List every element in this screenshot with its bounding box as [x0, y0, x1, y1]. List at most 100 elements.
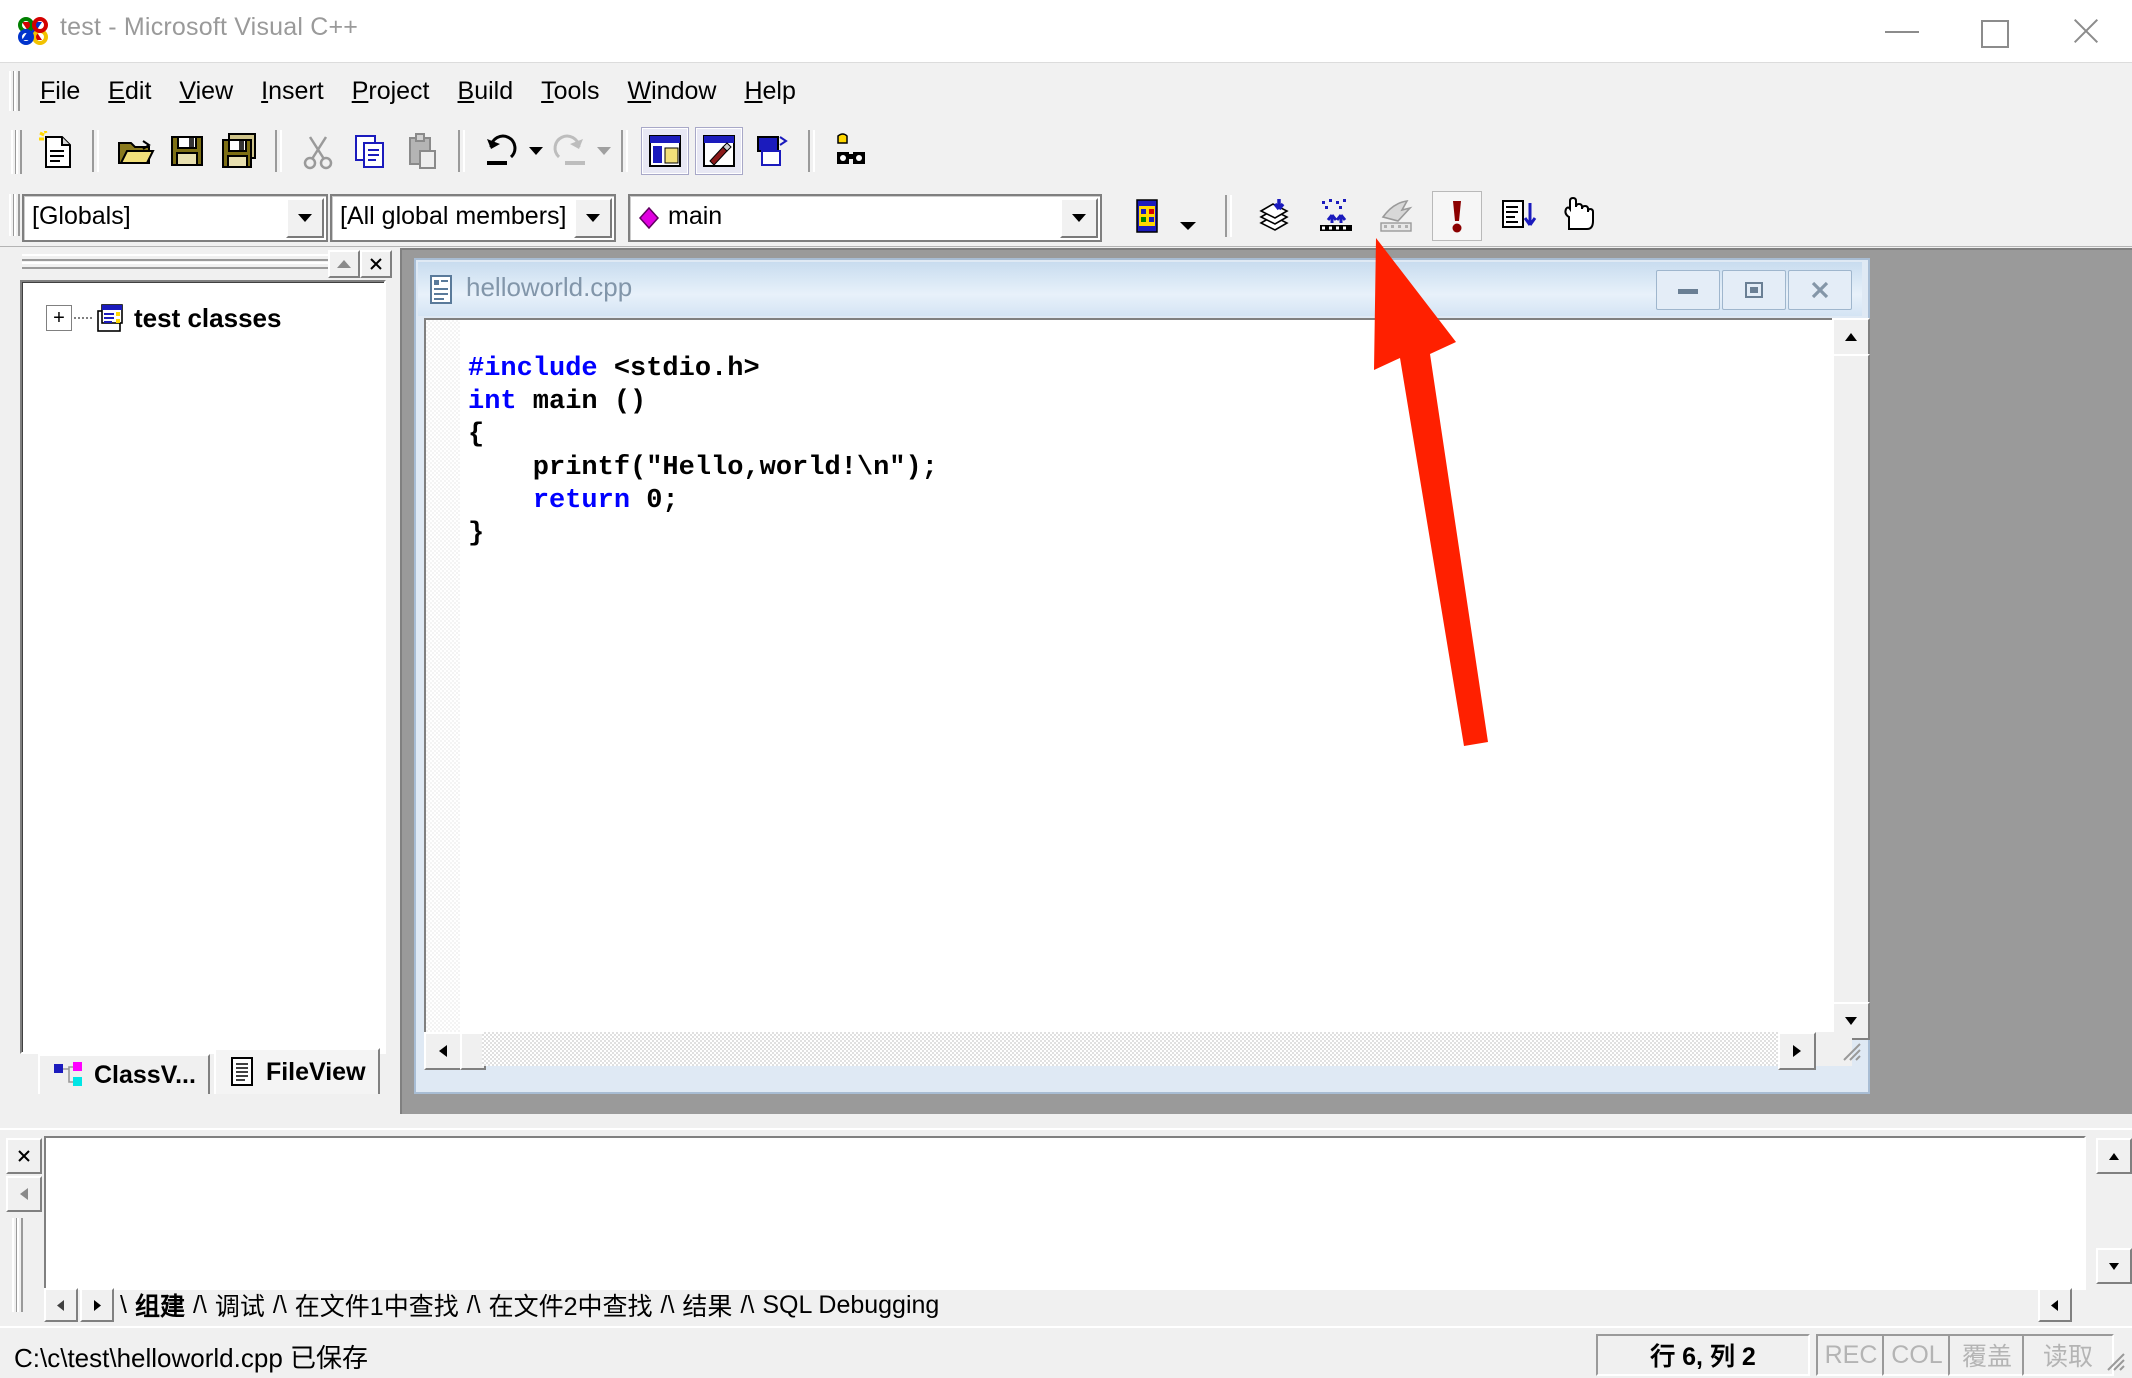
window-list-icon[interactable]	[749, 128, 795, 174]
execute-program-button[interactable]	[1432, 191, 1482, 241]
output-scroll-up-icon[interactable]	[2096, 1138, 2132, 1174]
output-tab[interactable]: 结果	[674, 1287, 740, 1323]
insert-breakpoint-button[interactable]	[1554, 192, 1602, 240]
output-tab-next-icon[interactable]	[80, 1288, 114, 1322]
minimize-button[interactable]	[1856, 0, 1948, 62]
output-tab[interactable]: 调试	[207, 1287, 273, 1323]
workspace-tree[interactable]: + test classes	[20, 280, 386, 1054]
tab-classview[interactable]: ClassV...	[38, 1054, 210, 1094]
output-tab-separator: /	[193, 1291, 200, 1320]
mdi-client-area: helloworld.cpp #incl	[400, 248, 2132, 1114]
save-all-icon[interactable]	[216, 128, 262, 174]
members-combo-value: [All global members]	[340, 202, 566, 231]
scroll-left-arrow-icon[interactable]	[424, 1032, 462, 1070]
collapse-output-button[interactable]	[6, 1176, 42, 1212]
class-wizard-chevron-down-icon[interactable]	[1168, 206, 1208, 246]
class-wizard-icon[interactable]	[1128, 196, 1168, 236]
output-tab[interactable]: 在文件1中查找	[287, 1287, 467, 1323]
output-vertical-scrollbar[interactable]	[2096, 1138, 2128, 1284]
menu-item-insert[interactable]: Insert	[247, 73, 338, 110]
build-button[interactable]	[1312, 192, 1360, 240]
fileview-icon	[228, 1056, 258, 1088]
find-in-files-icon[interactable]	[828, 128, 874, 174]
editor-vertical-scrollbar[interactable]	[1832, 318, 1866, 1040]
wizard-bar-grip[interactable]	[8, 194, 17, 236]
scroll-right-arrow-icon[interactable]	[1778, 1032, 1816, 1070]
tree-item-test-classes[interactable]: + test classes	[46, 298, 281, 338]
menu-item-window[interactable]: Window	[614, 73, 731, 110]
workspace-window-icon[interactable]	[641, 127, 689, 175]
function-combo-chevron-down-icon[interactable]	[1060, 198, 1098, 238]
copy-icon[interactable]	[347, 128, 393, 174]
editor-title-bar[interactable]: helloworld.cpp	[418, 262, 1862, 316]
menu-item-project[interactable]: Project	[338, 73, 444, 110]
save-icon[interactable]	[164, 128, 210, 174]
undo-icon[interactable]	[478, 128, 524, 174]
output-tab-separator: \	[747, 1291, 754, 1320]
class-combo[interactable]: [Globals]	[22, 194, 328, 242]
output-window-icon[interactable]	[695, 127, 743, 175]
selection-margin[interactable]	[426, 320, 460, 1034]
redo-dropdown-caret[interactable]	[597, 147, 611, 155]
menu-drag-grip[interactable]	[8, 71, 17, 111]
pin-button[interactable]	[328, 250, 360, 278]
undo-dropdown-caret[interactable]	[529, 147, 543, 155]
tab-fileview[interactable]: FileView	[214, 1048, 380, 1094]
members-combo-chevron-down-icon[interactable]	[574, 198, 612, 238]
output-tab[interactable]: 在文件2中查找	[481, 1287, 661, 1323]
function-combo[interactable]: main	[628, 194, 1102, 242]
paste-icon[interactable]	[399, 128, 445, 174]
output-tab-separator: /	[467, 1291, 474, 1320]
standard-toolbar-grip[interactable]	[10, 130, 19, 174]
stop-build-button[interactable]	[1372, 192, 1420, 240]
maximize-button[interactable]	[1948, 0, 2040, 62]
output-drag-grip[interactable]	[12, 1218, 21, 1312]
output-text-area[interactable]	[44, 1136, 2086, 1290]
compile-button[interactable]	[1252, 192, 1300, 240]
editor-horizontal-scrollbar[interactable]	[424, 1032, 1852, 1066]
build-toolbar	[1215, 190, 1608, 242]
members-combo[interactable]: [All global members]	[330, 194, 616, 242]
close-button[interactable]	[2040, 0, 2132, 62]
close-output-button[interactable]	[6, 1138, 42, 1174]
menu-item-build[interactable]: Build	[444, 73, 528, 110]
cut-icon[interactable]	[295, 128, 341, 174]
vertical-scroll-thumb[interactable]	[1832, 354, 1870, 1008]
open-folder-icon[interactable]	[112, 128, 158, 174]
new-text-file-icon[interactable]	[33, 128, 79, 174]
menu-items: FileEditViewInsertProjectBuildToolsWindo…	[26, 63, 810, 119]
horizontal-scroll-track[interactable]	[482, 1032, 1782, 1066]
status-resize-grip-icon[interactable]	[2102, 1348, 2128, 1374]
menu-item-file[interactable]: File	[26, 73, 94, 110]
editor-child-window: helloworld.cpp #incl	[414, 258, 1870, 1094]
resize-grip-icon[interactable]	[1838, 1038, 1864, 1064]
redo-icon[interactable]	[546, 128, 592, 174]
output-scroll-down-icon[interactable]	[2096, 1248, 2132, 1284]
status-message: C:\c\test\helloworld.cpp 已保存	[14, 1338, 368, 1375]
class-combo-chevron-down-icon[interactable]	[286, 198, 324, 238]
output-tab[interactable]: 组建	[127, 1287, 193, 1323]
menu-item-help[interactable]: Help	[730, 73, 809, 110]
code-editor[interactable]: #include <stdio.h> int main () { printf(…	[424, 318, 1856, 1040]
workspace-drag-grip[interactable]	[22, 254, 332, 270]
output-tabs-scroll-right-icon[interactable]	[2038, 1288, 2072, 1322]
scroll-up-arrow-icon[interactable]	[1832, 318, 1870, 356]
close-panel-button[interactable]	[360, 250, 392, 278]
class-folder-icon	[94, 303, 126, 333]
source-code[interactable]: #include <stdio.h> int main () { printf(…	[468, 353, 938, 551]
close-child-button[interactable]	[1788, 270, 1852, 310]
tree-expander[interactable]: +	[46, 305, 72, 331]
output-tab-prev-icon[interactable]	[44, 1288, 78, 1322]
menu-item-tools[interactable]: Tools	[527, 73, 613, 110]
output-tab-separator: \	[280, 1291, 287, 1320]
status-indicator-overwrite: 覆盖	[1948, 1334, 2026, 1376]
output-tab-separator: /	[273, 1291, 280, 1320]
output-pane: \组建/\调试/\在文件1中查找/\在文件2中查找/\结果/\SQL Debug…	[0, 1128, 2132, 1324]
menu-item-view[interactable]: View	[165, 73, 247, 110]
output-tab[interactable]: SQL Debugging	[754, 1291, 947, 1320]
menu-item-edit[interactable]: Edit	[94, 73, 165, 110]
minimize-child-button[interactable]	[1656, 270, 1720, 310]
member-function-diamond-icon	[638, 206, 660, 230]
go-debug-button[interactable]	[1494, 192, 1542, 240]
restore-child-button[interactable]	[1722, 270, 1786, 310]
